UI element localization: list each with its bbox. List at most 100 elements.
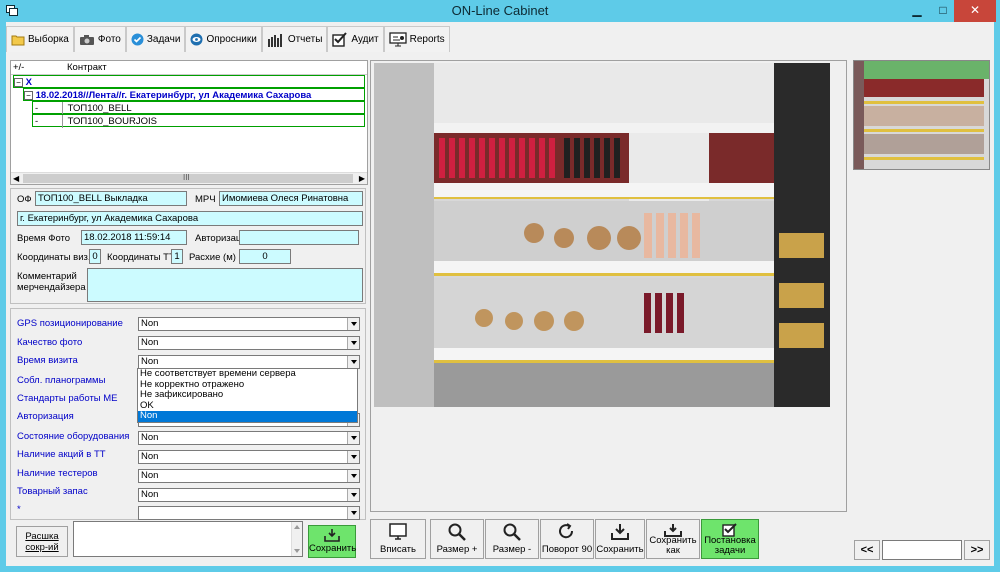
tab-audit[interactable]: Аудит <box>327 26 384 52</box>
zoom-in-button[interactable]: Размер + <box>430 519 484 559</box>
next-page-button[interactable]: >> <box>964 540 990 560</box>
save-photo-button[interactable]: Сохранить <box>595 519 645 559</box>
tree-leaf-row[interactable]: - ТОП100_BOURJOIS <box>32 114 365 128</box>
chevron-down-icon[interactable] <box>347 318 359 330</box>
zoom-in-icon <box>448 523 466 541</box>
note-textarea[interactable] <box>73 521 303 557</box>
tree-node-label: 18.02.2018//Лента//г. Екатеринбург, ул А… <box>35 90 312 101</box>
photo-quality-select[interactable]: Non <box>138 336 360 350</box>
chevron-down-icon[interactable] <box>347 337 359 349</box>
select-value: Non <box>141 489 159 500</box>
comment-field[interactable] <box>87 268 363 302</box>
photo-time-field[interactable]: 18.02.2018 11:59:14 <box>81 230 187 245</box>
gps-select[interactable]: Non <box>138 317 360 331</box>
chevron-down-icon[interactable] <box>347 507 359 519</box>
select-value: Non <box>141 318 159 329</box>
button-label-line-2: задачи <box>714 545 746 556</box>
author-field[interactable] <box>239 230 359 245</box>
save-icon <box>611 524 629 540</box>
other-select[interactable] <box>138 506 360 520</box>
tree-node-row[interactable]: − 18.02.2018//Лента//г. Екатеринбург, ул… <box>23 88 365 101</box>
testers-select[interactable]: Non <box>138 469 360 483</box>
tab-vyborka[interactable]: Выборка <box>6 26 74 52</box>
scroll-right-icon[interactable]: ▶ <box>359 174 365 183</box>
shelf-photo[interactable] <box>374 63 830 407</box>
scroll-thumb[interactable]: III <box>23 173 353 183</box>
create-task-button[interactable]: Постановка задачи <box>701 519 759 559</box>
minimize-button[interactable]: ▁ <box>904 0 930 22</box>
of-field[interactable]: ТОП100_BELL Выкладка <box>35 191 187 206</box>
dropdown-option-selected[interactable]: Non <box>138 410 357 422</box>
coords-tt-label: Координаты ТТ <box>107 252 175 263</box>
check-label-stock: Товарный запас <box>17 486 88 497</box>
chevron-down-icon[interactable] <box>347 451 359 463</box>
coords-tt-field[interactable]: 1 <box>171 249 183 264</box>
equipment-select[interactable]: Non <box>138 431 360 445</box>
chevron-down-icon[interactable] <box>347 489 359 501</box>
eye-icon <box>190 33 203 46</box>
tree-grid: +/- Контракт − X − 18.02.2018//Лента//г.… <box>11 61 367 173</box>
comment-label-2: мерчендайзера <box>17 282 86 293</box>
tab-label: Задачи <box>146 34 181 45</box>
visit-time-select[interactable]: Non <box>138 355 360 369</box>
tab-foto[interactable]: Фото <box>73 26 126 52</box>
select-value: Non <box>141 451 159 462</box>
collapse-icon[interactable]: − <box>14 78 23 87</box>
fit-button[interactable]: Вписать <box>370 519 426 559</box>
tab-zadachi[interactable]: Задачи <box>125 26 186 52</box>
check-circle-icon <box>131 33 144 46</box>
tab-oprosniki[interactable]: Опросники <box>185 26 262 52</box>
check-label-authorization: Авторизация <box>17 411 74 422</box>
close-button[interactable]: ✕ <box>954 0 996 22</box>
coords-viz-field[interactable]: 0 <box>89 249 101 264</box>
promotions-select[interactable]: Non <box>138 450 360 464</box>
check-label-gps: GPS позиционирование <box>17 318 123 329</box>
chevron-down-icon[interactable] <box>347 470 359 482</box>
tab-otchety[interactable]: Отчеты <box>261 26 328 52</box>
photo-thumbnail[interactable] <box>853 60 990 170</box>
button-label: Размер - <box>492 544 532 555</box>
distance-label: Расхие (м) <box>189 252 236 263</box>
decode-abbreviations-button[interactable]: Расшка сокр-ий <box>16 526 68 557</box>
button-label: Сохранить <box>596 544 644 555</box>
stock-select[interactable]: Non <box>138 488 360 502</box>
prev-page-button[interactable]: << <box>854 540 880 560</box>
comment-label: Комментарий <box>17 271 77 282</box>
save-checks-button[interactable]: Сохранить <box>308 525 356 558</box>
window-title: ON-Line Cabinet <box>451 3 549 18</box>
check-label-testers: Наличие тестеров <box>17 468 98 479</box>
scroll-grip: III <box>183 173 190 182</box>
select-value: Non <box>141 432 159 443</box>
bar-chart-icon <box>267 33 282 47</box>
dropdown-option[interactable]: OK <box>138 400 357 412</box>
mrch-field[interactable]: Имомиева Олеся Ринатовна <box>219 191 363 206</box>
dropdown-option[interactable]: Не соответствует времени сервера <box>138 368 357 380</box>
zoom-out-button[interactable]: Размер - <box>485 519 539 559</box>
collapse-icon[interactable]: − <box>24 91 33 100</box>
photo-info-panel: ОФ ТОП100_BELL Выкладка МРЧ Имомиева Оле… <box>10 188 366 304</box>
note-scrollbar[interactable] <box>291 522 302 556</box>
dropdown-option[interactable]: Не зафиксировано <box>138 389 357 401</box>
photo-time-label: Время Фото <box>17 233 71 244</box>
distance-field[interactable]: 0 <box>239 249 291 264</box>
visit-time-dropdown-list[interactable]: Не соответствует времени сервера Не корр… <box>137 368 358 423</box>
rotate-button[interactable]: Поворот 90 <box>540 519 594 559</box>
chevron-down-icon[interactable] <box>347 356 359 368</box>
photo-viewer[interactable] <box>370 60 847 512</box>
contract-tree[interactable]: +/- Контракт − X − 18.02.2018//Лента//г.… <box>10 60 368 185</box>
tree-group-row[interactable]: − X <box>13 75 365 88</box>
tree-leaf-row[interactable]: - ТОП100_BELL <box>32 101 365 115</box>
save-as-button[interactable]: Сохранить как <box>646 519 700 559</box>
thumbnail-strip[interactable] <box>851 60 994 534</box>
select-value: Non <box>141 470 159 481</box>
tab-reports[interactable]: Reports <box>383 26 450 52</box>
button-label: Вписать <box>380 544 416 555</box>
chevron-down-icon[interactable] <box>347 432 359 444</box>
address-field[interactable]: г. Екатеринбург, ул Академика Сахарова <box>17 211 363 226</box>
page-input[interactable] <box>882 540 962 560</box>
maximize-button[interactable]: □ <box>930 0 956 22</box>
scroll-left-icon[interactable]: ◀ <box>13 174 19 183</box>
tree-horizontal-scrollbar[interactable]: ◀ III ▶ <box>11 172 367 184</box>
coords-viz-label: Координаты виз. <box>17 252 91 263</box>
folder-icon <box>11 35 25 45</box>
